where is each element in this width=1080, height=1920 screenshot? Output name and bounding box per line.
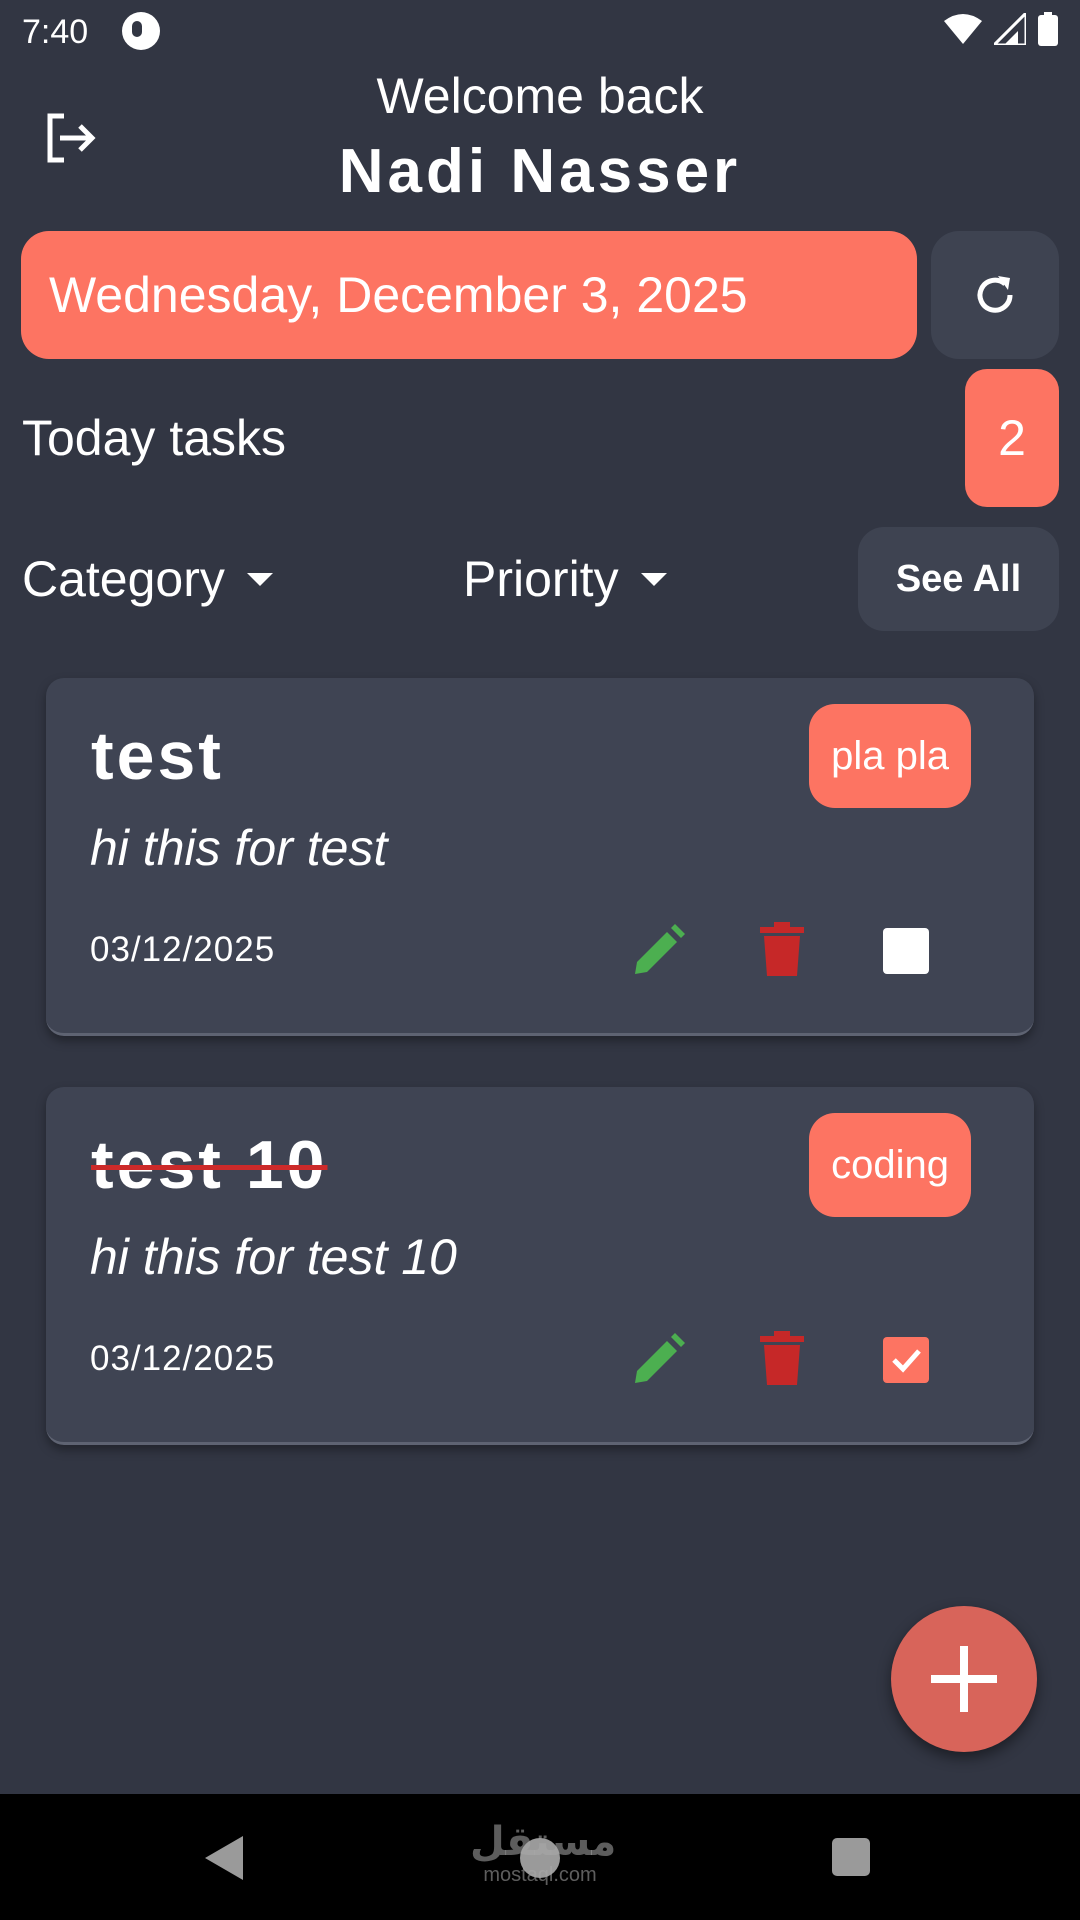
task-card[interactable]: test 10 coding hi this for test 10 03/12… [46,1087,1034,1445]
priority-dropdown[interactable]: Priority [463,548,667,610]
task-date: 03/12/2025 [90,1339,276,1378]
edit-button[interactable] [629,1331,687,1389]
task-count-badge: 2 [965,369,1059,507]
task-title: test [91,718,224,794]
status-icons [944,12,1058,46]
pencil-icon [635,924,685,974]
edit-button[interactable] [629,922,687,980]
status-time: 7:40 [22,13,89,51]
task-description: hi this for test 10 [90,1229,457,1285]
refresh-icon [977,276,1013,313]
watermark-logo: مستقل mostaql.com [470,1820,617,1886]
complete-checkbox[interactable] [883,928,929,974]
watermark-arabic: مستقل [470,1820,617,1864]
wifi-icon [944,14,982,44]
app-notification-icon [122,12,160,50]
chevron-down-icon [640,572,667,586]
refresh-button[interactable] [931,231,1059,359]
task-description: hi this for test [90,820,388,876]
delete-button[interactable] [758,922,806,976]
category-tag: pla pla [809,704,971,808]
add-task-button[interactable] [891,1606,1037,1752]
see-all-button[interactable]: See All [858,527,1059,631]
pencil-icon [635,1333,685,1383]
plus-icon [931,1646,997,1712]
category-label: Category [22,551,225,607]
priority-label: Priority [463,551,619,607]
date-text: Wednesday, December 3, 2025 [49,267,748,323]
date-display[interactable]: Wednesday, December 3, 2025 [21,231,917,359]
complete-checkbox[interactable] [883,1337,929,1383]
task-card[interactable]: test pla pla hi this for test 03/12/2025 [46,678,1034,1036]
delete-button[interactable] [758,1331,806,1385]
chevron-down-icon [246,572,273,586]
task-date: 03/12/2025 [90,930,276,969]
watermark-latin: mostaql.com [483,1864,597,1886]
checkmark-icon [892,1349,921,1373]
welcome-text: Welcome back [376,68,704,124]
user-name: Nadi Nasser [338,137,742,206]
task-title: test 10 [91,1127,328,1203]
category-dropdown[interactable]: Category [22,548,273,610]
back-icon[interactable] [205,1836,243,1880]
trash-icon [760,922,804,976]
battery-icon [1038,12,1058,46]
trash-icon [760,1331,804,1385]
signal-icon [994,13,1026,45]
today-tasks-label: Today tasks [22,410,287,466]
recents-icon[interactable] [832,1838,870,1876]
category-tag: coding [809,1113,971,1217]
